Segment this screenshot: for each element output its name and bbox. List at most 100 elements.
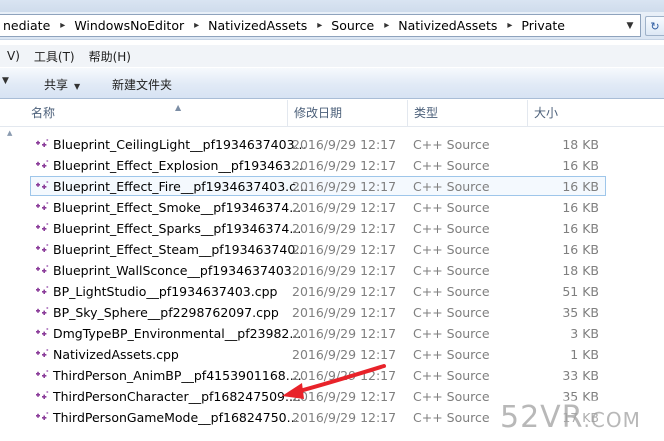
breadcrumb-item[interactable]: nediate xyxy=(0,18,54,33)
file-name: Blueprint_Effect_Fire__pf1934637403.c... xyxy=(53,178,308,194)
file-size: 16 KB xyxy=(562,199,599,215)
file-name: Blueprint_WallSconce__pf1934637403... xyxy=(53,262,304,278)
file-name: Blueprint_Effect_Steam__pf193463740... xyxy=(53,241,308,257)
file-type: C++ Source xyxy=(413,283,490,299)
watermark-logo: 52VR.COM xyxy=(500,400,662,436)
file-row[interactable]: Blueprint_CeilingLight__pf1934637403... 2… xyxy=(30,134,606,154)
share-button[interactable]: 共享 ▼ xyxy=(44,76,80,93)
chevron-down-icon: ▼ xyxy=(74,82,81,91)
column-header-name[interactable]: ▲ 名称 xyxy=(25,100,287,127)
sort-ascending-icon: ▲ xyxy=(175,103,182,112)
file-size: 51 KB xyxy=(562,283,599,299)
file-size: 18 KB xyxy=(562,136,599,152)
cpp-file-icon xyxy=(36,181,49,189)
file-type: C++ Source xyxy=(413,388,490,404)
watermark-main: 52VR xyxy=(500,400,584,435)
menu-item-tools[interactable]: 工具(T) xyxy=(27,48,82,65)
chevron-down-icon[interactable]: ▼ xyxy=(2,76,9,86)
file-row[interactable]: Blueprint_Effect_Steam__pf193463740... 20… xyxy=(30,239,606,259)
file-type: C++ Source xyxy=(413,136,490,152)
file-type: C++ Source xyxy=(413,157,490,173)
cpp-file-icon xyxy=(36,160,49,168)
cpp-file-icon xyxy=(36,328,49,336)
column-header-size[interactable]: 大小 xyxy=(527,100,664,127)
breadcrumb-item[interactable]: Private xyxy=(518,18,569,33)
file-row[interactable]: DmgTypeBP_Environmental__pf23982... 2016/… xyxy=(30,323,606,343)
file-type: C++ Source xyxy=(413,409,490,425)
file-name: Blueprint_CeilingLight__pf1934637403... xyxy=(53,136,307,152)
chevron-down-icon[interactable]: ▼ xyxy=(620,15,640,36)
file-date: 2016/9/29 12:17 xyxy=(292,199,397,215)
file-date: 2016/9/29 12:17 xyxy=(292,283,397,299)
file-date: 2016/9/29 12:17 xyxy=(292,409,397,425)
cpp-file-icon xyxy=(36,139,49,147)
file-type: C++ Source xyxy=(413,241,490,257)
breadcrumb-item[interactable]: NativizedAssets xyxy=(205,18,311,33)
file-size: 16 KB xyxy=(562,178,599,194)
column-header-date[interactable]: 修改日期 xyxy=(287,100,407,127)
file-name: Blueprint_Effect_Smoke__pf19346374... xyxy=(53,199,302,215)
file-type: C++ Source xyxy=(413,325,490,341)
column-header-type[interactable]: 类型 xyxy=(407,100,527,127)
new-folder-button[interactable]: 新建文件夹 xyxy=(112,76,172,93)
scroll-up-icon[interactable]: ▲ xyxy=(7,129,12,137)
breadcrumb-separator-icon[interactable]: ▸ xyxy=(188,20,205,31)
file-type: C++ Source xyxy=(413,367,490,383)
cpp-file-icon xyxy=(36,223,49,231)
file-size: 1 KB xyxy=(570,346,599,362)
file-type: C++ Source xyxy=(413,178,490,194)
file-size: 16 KB xyxy=(562,157,599,173)
file-date: 2016/9/29 12:17 xyxy=(292,346,397,362)
file-name: ThirdPersonCharacter__pf168247509.... xyxy=(53,388,301,404)
cpp-file-icon xyxy=(36,202,49,210)
file-date: 2016/9/29 12:17 xyxy=(292,157,397,173)
file-row[interactable]: BP_LightStudio__pf1934637403.cpp 2016/9/2… xyxy=(30,281,606,301)
file-date: 2016/9/29 12:17 xyxy=(292,220,397,236)
file-name: BP_LightStudio__pf1934637403.cpp xyxy=(53,283,278,299)
cpp-file-icon xyxy=(36,244,49,252)
file-date: 2016/9/29 12:17 xyxy=(292,367,397,383)
file-row[interactable]: Blueprint_Effect_Fire__pf1934637403.c...… xyxy=(30,176,606,196)
file-date: 2016/9/29 12:17 xyxy=(292,262,397,278)
breadcrumb-separator-icon[interactable]: ▸ xyxy=(54,20,71,31)
file-row[interactable]: Blueprint_Effect_Explosion__pf193463... 2… xyxy=(30,155,606,175)
column-header-row: ▲ 名称 修改日期 类型 大小 xyxy=(0,100,664,127)
file-size: 35 KB xyxy=(562,304,599,320)
navigation-pane-edge: ▲ xyxy=(0,127,20,441)
file-type: C++ Source xyxy=(413,220,490,236)
menu-item-view[interactable]: V) xyxy=(0,49,27,63)
file-row[interactable]: Blueprint_Effect_Smoke__pf19346374... 201… xyxy=(30,197,606,217)
file-type: C++ Source xyxy=(413,262,490,278)
file-name: ThirdPerson_AnimBP__pf4153901168.... xyxy=(53,367,302,383)
breadcrumb-separator-icon[interactable]: ▸ xyxy=(378,20,395,31)
file-date: 2016/9/29 12:17 xyxy=(292,304,397,320)
file-row[interactable]: BP_Sky_Sphere__pf2298762097.cpp 2016/9/29… xyxy=(30,302,606,322)
file-row[interactable]: NativizedAssets.cpp 2016/9/29 12:17 C++ So… xyxy=(30,344,606,364)
file-date: 2016/9/29 12:17 xyxy=(292,388,397,404)
breadcrumb-item[interactable]: NativizedAssets xyxy=(395,18,501,33)
file-type: C++ Source xyxy=(413,199,490,215)
refresh-icon[interactable]: ↻ xyxy=(645,16,664,36)
file-size: 33 KB xyxy=(562,367,599,383)
file-name: NativizedAssets.cpp xyxy=(53,346,179,362)
breadcrumb-item[interactable]: Source xyxy=(328,18,378,33)
menu-item-help[interactable]: 帮助(H) xyxy=(82,48,138,65)
file-size: 18 KB xyxy=(562,262,599,278)
file-name: Blueprint_Effect_Explosion__pf193463... xyxy=(53,157,303,173)
file-size: 3 KB xyxy=(570,325,599,341)
file-row[interactable]: Blueprint_Effect_Sparks__pf19346374... 20… xyxy=(30,218,606,238)
file-row[interactable]: Blueprint_WallSconce__pf1934637403... 201… xyxy=(30,260,606,280)
file-size: 16 KB xyxy=(562,220,599,236)
file-name: BP_Sky_Sphere__pf2298762097.cpp xyxy=(53,304,279,320)
breadcrumb-item[interactable]: WindowsNoEditor xyxy=(71,18,188,33)
cpp-file-icon xyxy=(36,391,49,399)
column-header-label: 名称 xyxy=(31,106,56,120)
file-size: 16 KB xyxy=(562,241,599,257)
file-name: ThirdPersonGameMode__pf16824750... xyxy=(53,409,299,425)
file-date: 2016/9/29 12:17 xyxy=(292,241,397,257)
file-row[interactable]: ThirdPerson_AnimBP__pf4153901168.... 2016… xyxy=(30,365,606,385)
breadcrumb-separator-icon[interactable]: ▸ xyxy=(501,20,518,31)
address-bar[interactable]: nediate ▸ WindowsNoEditor ▸ NativizedAss… xyxy=(0,14,641,37)
breadcrumb-separator-icon[interactable]: ▸ xyxy=(311,20,328,31)
file-type: C++ Source xyxy=(413,346,490,362)
